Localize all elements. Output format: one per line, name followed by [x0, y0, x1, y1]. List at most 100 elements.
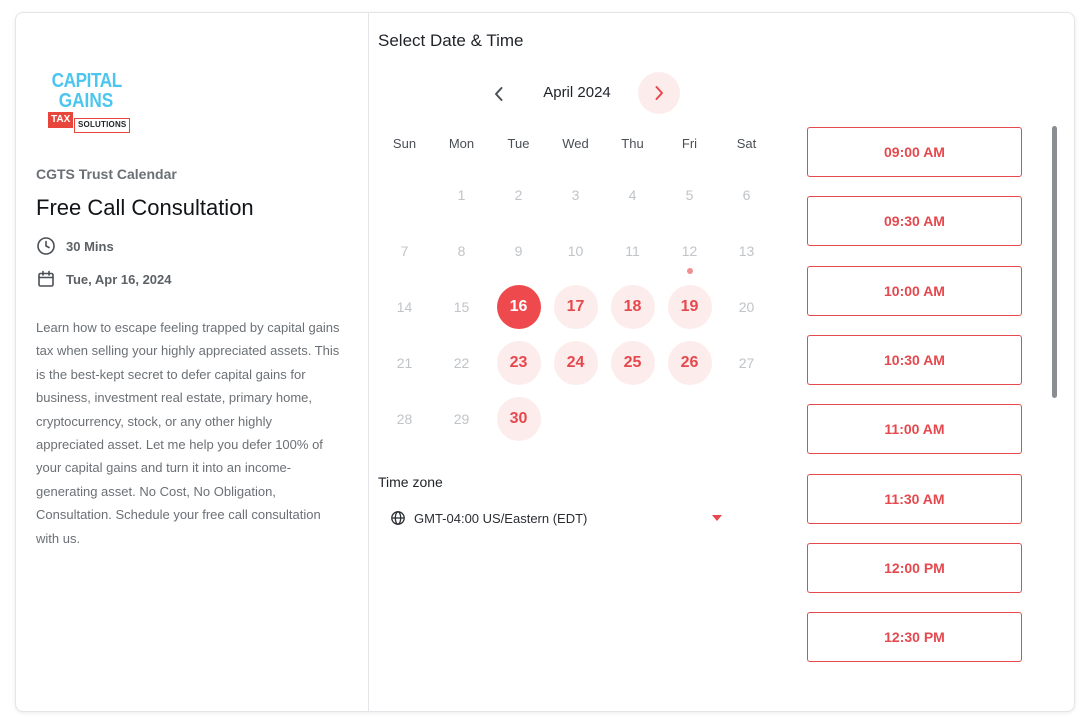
calendar-day-unavailable: 9: [490, 223, 547, 279]
day-number: 11: [625, 243, 640, 259]
weekday-label: Wed: [562, 136, 589, 151]
day-number: 13: [738, 243, 755, 259]
day-number: 10: [567, 243, 584, 259]
calendar-day-unavailable: 14: [376, 279, 433, 335]
day-number: 5: [685, 187, 694, 203]
time-slot-button[interactable]: 11:30 AM: [807, 473, 1022, 524]
day-number: 27: [738, 355, 755, 371]
day-number: 14: [396, 299, 413, 315]
time-slot-button[interactable]: 09:00 AM: [807, 127, 1022, 177]
duration-text: 30 Mins: [66, 238, 114, 254]
timezone-value: GMT-04:00 US/Eastern (EDT): [414, 510, 588, 526]
company-logo: CAPITAL GAINS TAX SOLUTIONS: [46, 70, 131, 137]
calendar-day-unavailable: 11: [604, 223, 661, 279]
day-number: 20: [738, 299, 755, 315]
calendar-day-available[interactable]: 25: [604, 335, 661, 391]
event-title: Free Call Consultation: [36, 195, 254, 220]
calendar-blank: [376, 167, 433, 223]
logo-tag-tax: TAX: [48, 112, 74, 128]
next-month-button[interactable]: [638, 72, 680, 114]
previous-month-button[interactable]: [487, 82, 511, 106]
time-slot-button[interactable]: 12:00 PM: [807, 542, 1022, 593]
calendar-day-unavailable: 12: [661, 223, 718, 279]
globe-icon: [391, 511, 405, 525]
logo-tag-solutions: SOLUTIONS: [74, 118, 131, 133]
calendar-day-available[interactable]: 19: [661, 279, 718, 335]
day-number: 19: [667, 285, 712, 329]
calendar-day-unavailable: 27: [718, 335, 775, 391]
day-number: 2: [514, 187, 523, 203]
time-slot-button[interactable]: 10:30 AM: [807, 334, 1022, 385]
calendar-day-unavailable: 4: [604, 167, 661, 223]
time-slot-button[interactable]: 12:30 PM: [807, 612, 1022, 663]
calendar-day-available[interactable]: 24: [547, 335, 604, 391]
scrollbar-thumb[interactable]: [1052, 126, 1057, 398]
day-number: 1: [457, 187, 466, 203]
calendar-day-unavailable: 21: [376, 335, 433, 391]
day-number: 28: [396, 411, 413, 427]
calendar-day-unavailable: 10: [547, 223, 604, 279]
weekday-label: Mon: [448, 136, 475, 151]
time-slot-button[interactable]: 11:00 AM: [807, 404, 1022, 455]
calendar-day-unavailable: 8: [433, 223, 490, 279]
calendar-day-available[interactable]: 17: [547, 279, 604, 335]
day-number: 15: [453, 299, 470, 315]
calendar-day-unavailable: 13: [718, 223, 775, 279]
day-number: 6: [742, 187, 751, 203]
today-dot: [686, 268, 693, 274]
calendar-day-unavailable: 1: [433, 167, 490, 223]
calendar-grid: 1 2 3 4 5 6 7 8 9 10 11 12 13 14 15 16 17 18 19 20 21 22 23 24 2…: [376, 167, 775, 447]
logo-line-2: GAINS: [58, 90, 114, 112]
day-number: 16: [496, 285, 541, 329]
weekday-label: Sun: [392, 136, 417, 151]
caret-down-icon: [712, 515, 722, 521]
day-number: 8: [457, 243, 466, 259]
day-number: 26: [667, 341, 712, 385]
day-number: 17: [553, 285, 598, 329]
time-slot-scrollbar[interactable]: [1052, 126, 1058, 398]
calendar-day-selected[interactable]: 16: [490, 279, 547, 335]
day-number: 18: [610, 285, 655, 329]
calendar-day-available[interactable]: 26: [661, 335, 718, 391]
day-number: 29: [453, 411, 470, 427]
day-number: 9: [514, 243, 523, 259]
day-number: 3: [571, 187, 580, 203]
day-number: 7: [400, 243, 409, 259]
day-number: 24: [553, 341, 598, 385]
event-info-panel: CAPITAL GAINS TAX SOLUTIONS CGTS Trust C…: [16, 13, 369, 711]
time-slot-button[interactable]: 09:30 AM: [807, 196, 1022, 247]
calendar-day-available[interactable]: 23: [490, 335, 547, 391]
scheduler-heading: Select Date & Time: [378, 31, 524, 50]
day-number: 4: [628, 187, 637, 203]
calendar-day-unavailable: 29: [433, 391, 490, 447]
logo-line-1: CAPITAL: [51, 70, 123, 92]
day-number: 23: [496, 341, 541, 385]
weekday-label: Sat: [736, 136, 757, 151]
timezone-select[interactable]: GMT-04:00 US/Eastern (EDT): [390, 504, 730, 532]
calendar-day-available[interactable]: 30: [490, 391, 547, 447]
calendar-day-available[interactable]: 18: [604, 279, 661, 335]
calendar-day-unavailable: 15: [433, 279, 490, 335]
weekday-label: Fri: [681, 136, 698, 151]
weekday-header: Sun Mon Tue Wed Thu Fri Sat: [376, 136, 775, 151]
month-label: April 2024: [543, 84, 611, 101]
weekday-label: Tue: [507, 136, 530, 151]
chevron-left-icon: [495, 87, 503, 101]
calendar-day-unavailable: 6: [718, 167, 775, 223]
date-row: Tue, Apr 16, 2024: [36, 269, 172, 289]
calendar-day-unavailable: 2: [490, 167, 547, 223]
timezone-label: Time zone: [378, 474, 443, 490]
date-text: Tue, Apr 16, 2024: [66, 271, 172, 287]
calendar-day-unavailable: 3: [547, 167, 604, 223]
calendar-day-unavailable: 22: [433, 335, 490, 391]
calendar-day-unavailable: 28: [376, 391, 433, 447]
clock-icon: [37, 237, 55, 255]
weekday-label: Thu: [621, 136, 644, 151]
chevron-right-icon: [655, 86, 663, 100]
day-number: 30: [496, 397, 541, 441]
calendar-icon: [38, 270, 54, 287]
duration-row: 30 Mins: [36, 236, 114, 256]
calendar-day-unavailable: 20: [718, 279, 775, 335]
day-number: 21: [396, 355, 413, 371]
time-slot-button[interactable]: 10:00 AM: [807, 265, 1022, 316]
